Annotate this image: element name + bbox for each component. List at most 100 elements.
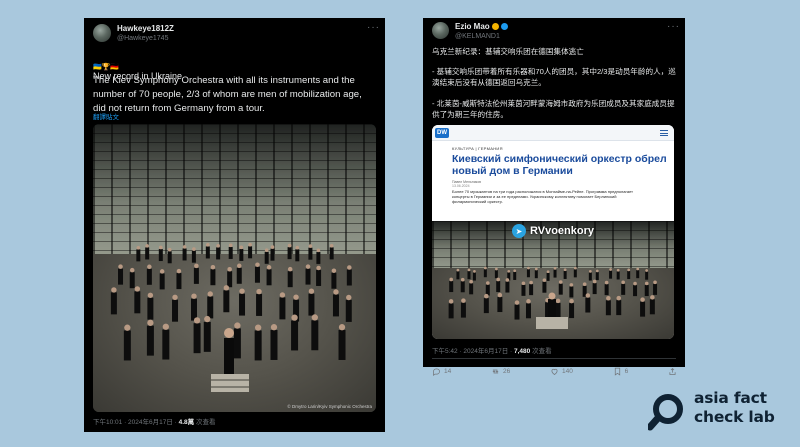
musician-figure (129, 272, 135, 289)
bookmark-count: 6 (624, 368, 629, 375)
musician-head (270, 324, 278, 331)
musician-figure (521, 284, 526, 296)
musician-head (460, 277, 465, 282)
musician-figure (110, 292, 117, 315)
musician-figure (449, 281, 454, 293)
musician-figure (569, 303, 575, 319)
musician-head (255, 262, 260, 267)
musician-head (293, 294, 299, 300)
avatar[interactable] (432, 22, 449, 39)
musician-figure (145, 247, 150, 260)
timestamp[interactable]: 下午10:01 · 2024年6月17日 · (93, 419, 179, 426)
musician-head (234, 322, 241, 329)
musician-figure (207, 296, 214, 319)
translate-post-link[interactable]: 翻譯貼文 (93, 111, 119, 121)
musician-figure (616, 300, 622, 316)
embedded-article-image[interactable]: DW КУЛЬТУРА | ГЕРМАНИЯ Киевский симфонич… (432, 125, 674, 339)
musician-figure (644, 285, 649, 297)
brand-line1: asia fact (694, 389, 767, 407)
musician-figure (118, 268, 124, 285)
musician-head (176, 268, 182, 274)
musician-figure (653, 283, 658, 295)
rvvoenkory-watermark: ➤ RVvoenkory (512, 224, 594, 238)
user-handle[interactable]: @Hawkeye1745 (117, 34, 174, 43)
musician-figure (588, 272, 592, 281)
musician-head (650, 295, 655, 300)
musician-head (270, 245, 275, 249)
user-handle[interactable]: @KELMAND1 (455, 32, 508, 41)
musician-head (456, 268, 460, 272)
musician-head (147, 292, 154, 298)
musician-head (653, 280, 657, 285)
avatar[interactable] (93, 24, 111, 42)
musician-head (521, 281, 526, 286)
tweet-actions: 14 26 140 6 (432, 367, 677, 376)
musician-head (279, 292, 286, 298)
musician-head (507, 269, 511, 273)
musician-figure (542, 281, 547, 293)
musician-head (316, 248, 321, 253)
musician-head (609, 268, 612, 271)
orchestra-photo[interactable]: © Dmytro Larin/Kyiv Symphonic Orchestra (93, 124, 376, 412)
musician-figure (569, 286, 574, 298)
bookmark-button[interactable]: 6 (613, 367, 629, 376)
musician-head (216, 244, 220, 248)
reply-button[interactable]: 14 (432, 367, 451, 376)
musician-figure (595, 272, 599, 281)
musician-figure (159, 273, 165, 290)
musician-head (305, 264, 311, 269)
asia-fact-check-lab-logo: asia fact check lab (648, 389, 798, 437)
verified-badge-icon (501, 23, 509, 30)
musician-figure (190, 298, 197, 321)
musician-figure (633, 285, 638, 297)
musician-figure (228, 246, 233, 259)
musician-head (145, 244, 149, 248)
musician-figure (460, 281, 465, 293)
musician-head (604, 280, 609, 285)
musician-head (484, 293, 489, 299)
musician-figure (216, 247, 221, 260)
like-count: 140 (561, 368, 573, 375)
brand-line2: check lab (694, 408, 775, 426)
musician-head (239, 288, 245, 294)
musician-figure (469, 283, 474, 295)
musician-figure (346, 269, 352, 286)
watermark-text: RVvoenkory (530, 225, 594, 237)
musician-figure (316, 251, 321, 264)
musician-figure (176, 273, 182, 290)
musician-head (513, 269, 517, 273)
more-dots-icon[interactable]: ··· (367, 22, 380, 33)
musician-figure (605, 300, 611, 316)
musician-head (636, 267, 640, 271)
musician-head (136, 245, 141, 250)
more-dots-icon[interactable]: ··· (667, 21, 680, 32)
retweet-button[interactable]: 26 (491, 367, 510, 376)
musician-figure (270, 329, 278, 360)
like-button[interactable]: 140 (550, 367, 573, 376)
telegram-icon: ➤ (512, 224, 526, 238)
musician-head (206, 243, 210, 247)
display-name[interactable]: Hawkeye1812Z (117, 24, 174, 34)
musician-head (204, 315, 211, 323)
musician-figure (193, 323, 201, 354)
musician-head (553, 267, 557, 270)
musician-head (563, 268, 567, 272)
tweet-line1: 乌克兰新纪录：基辅交响乐团在德国集体逃亡 (432, 47, 584, 56)
musician-head (534, 267, 538, 271)
musician-figure (496, 281, 501, 293)
musician-head (582, 282, 587, 287)
musician-head (347, 265, 352, 270)
musician-figure (316, 269, 322, 286)
musician-head (569, 283, 574, 287)
musician-head (616, 295, 621, 301)
musician-figure (546, 272, 550, 281)
musician-head (546, 270, 550, 274)
display-name[interactable]: Ezio Mao (455, 22, 490, 31)
musician-head (228, 243, 233, 248)
musician-figure (233, 328, 241, 359)
timestamp[interactable]: 下午5:42 · 2024年6月17日 · (432, 348, 514, 355)
share-button[interactable] (668, 367, 677, 376)
musician-head (461, 298, 466, 303)
article-title: Киевский симфонический оркестр обрел нов… (452, 153, 667, 177)
musician-figure (295, 249, 300, 262)
